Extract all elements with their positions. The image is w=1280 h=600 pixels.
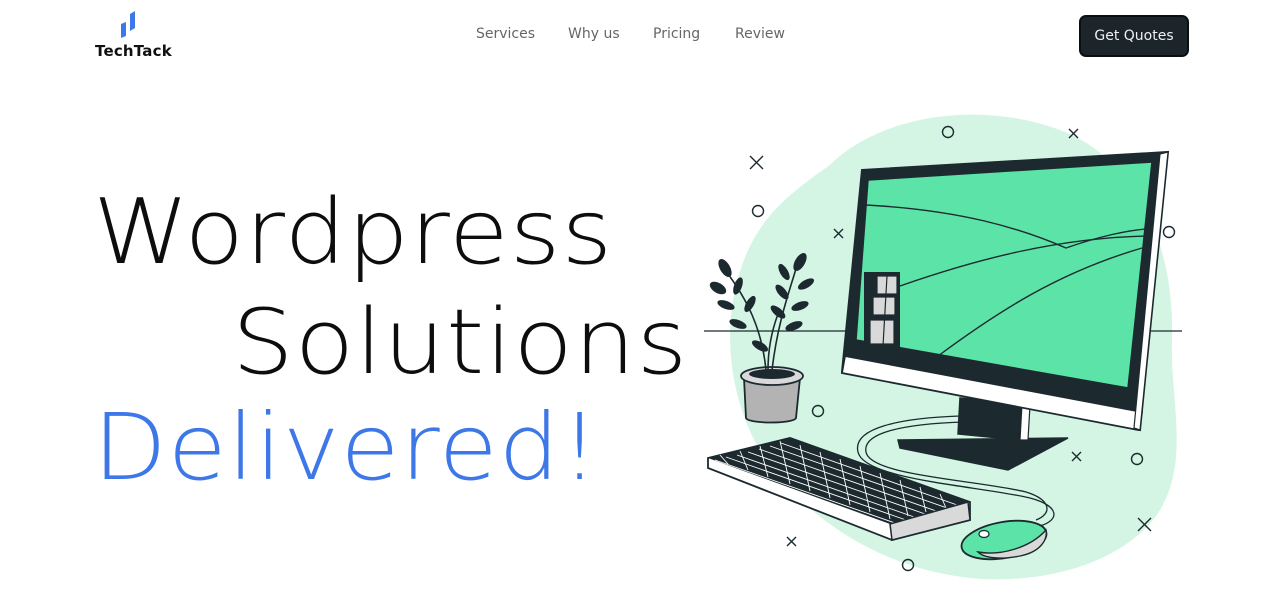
desktop-computer-illustration <box>704 114 1182 580</box>
nav-link-pricing[interactable]: Pricing <box>653 26 700 42</box>
hero-line-1: Wordpress <box>93 180 614 285</box>
get-quotes-button[interactable]: Get Quotes <box>1079 15 1189 57</box>
nav-link-review[interactable]: Review <box>735 26 785 42</box>
nav-link-why-us[interactable]: Why us <box>568 26 620 42</box>
hero-line-2: Solutions <box>232 290 689 395</box>
hero-line-3: Delivered! <box>93 394 600 501</box>
nav-link-services[interactable]: Services <box>476 26 535 42</box>
